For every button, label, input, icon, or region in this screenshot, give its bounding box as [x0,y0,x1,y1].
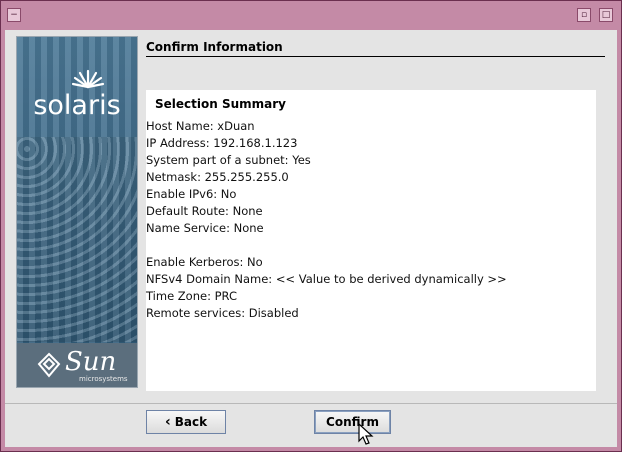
mouse-cursor-icon [358,423,374,445]
dialog-content: solaris Sun microsystems Confirm Informa… [5,30,617,447]
sun-subtitle: microsystems [79,375,128,383]
installer-window: − ▫ □ solaris Sun microsystems Confirm I… [0,0,622,452]
back-arrow-icon: ‹ [164,414,171,430]
footer-separator [5,403,617,404]
back-button[interactable]: ‹ Back [146,410,226,434]
summary-line: Time Zone: PRC [146,289,237,303]
page-title: Confirm Information [146,40,283,54]
summary-line: IP Address: 192.168.1.123 [146,136,298,150]
window-frame-right [617,30,621,451]
minimize-button[interactable]: ▫ [577,8,591,22]
summary-line: Default Route: None [146,204,263,218]
summary-line: Netmask: 255.255.255.0 [146,170,289,184]
summary-line: Name Service: None [146,221,264,235]
window-menu-button[interactable]: − [7,8,21,22]
solaris-side-panel: solaris Sun microsystems [16,36,138,388]
sun-microsystems-logo: Sun microsystems [17,343,137,387]
window-titlebar[interactable]: − ▫ □ [1,1,621,31]
summary-lines: Host Name: xDuan IP Address: 192.168.1.1… [146,118,507,322]
sun-logo-icon [37,352,61,378]
solaris-sun-icon [71,69,105,89]
summary-line: Host Name: xDuan [146,119,255,133]
solaris-logo: solaris [17,65,137,127]
solaris-wordmark: solaris [33,90,121,121]
summary-line: Enable Kerberos: No [146,255,263,269]
back-button-label: Back [174,415,208,429]
summary-line: Remote services: Disabled [146,306,299,320]
summary-line: Enable IPv6: No [146,187,237,201]
summary-line-blank [146,237,507,254]
decorative-wave-pattern [17,137,137,342]
summary-title: Selection Summary [155,97,286,111]
summary-line: NFSv4 Domain Name: << Value to be derive… [146,272,507,286]
confirm-button[interactable]: Confirm [314,410,391,434]
window-frame-bottom [1,447,621,451]
summary-line: System part of a subnet: Yes [146,153,311,167]
title-divider [146,56,605,57]
maximize-button[interactable]: □ [599,8,613,22]
sun-wordmark: Sun [65,347,117,377]
